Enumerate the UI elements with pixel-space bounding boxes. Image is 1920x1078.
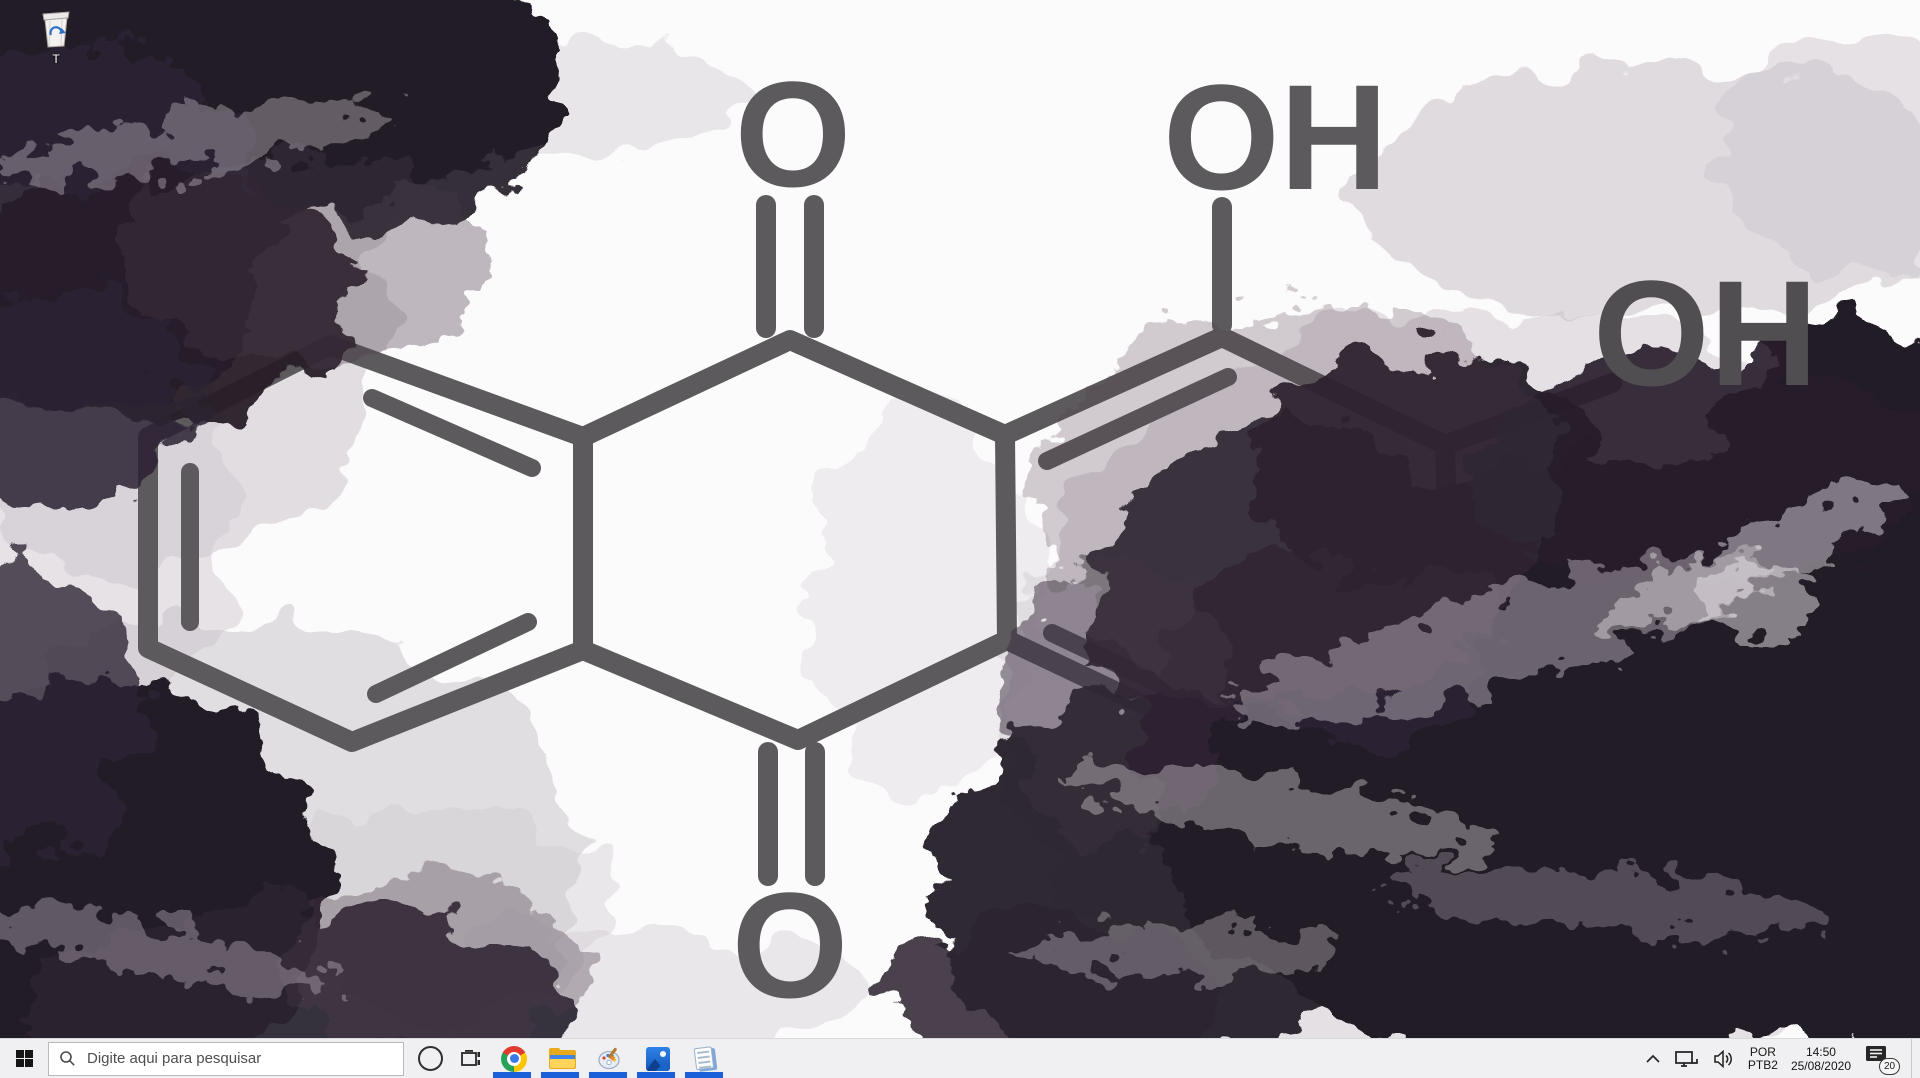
atom-label-oh-right: OH (1593, 249, 1818, 417)
photos-icon (646, 1047, 670, 1071)
show-desktop-button[interactable] (1911, 1039, 1918, 1078)
taskbar-search-box[interactable] (48, 1042, 404, 1076)
search-input[interactable] (85, 1049, 393, 1068)
desktop-icon-recycle-bin[interactable]: T (30, 6, 82, 66)
windows-logo-icon (16, 1050, 33, 1067)
windows-desktop: O O OH (0, 0, 1920, 1078)
clock-time: 14:50 (1791, 1045, 1851, 1059)
wallpaper-molecule-art: O O OH (0, 0, 1920, 1038)
paint-icon (597, 1046, 623, 1072)
desktop-icon-label: T (30, 52, 82, 66)
notepad-icon (694, 1045, 719, 1072)
atom-label-o-bottom: O (732, 861, 849, 1029)
action-center-button[interactable]: 20 (1864, 1039, 1898, 1078)
running-indicator-file-explorer (541, 1072, 579, 1078)
task-view-icon (458, 1048, 482, 1070)
recycle-bin-icon (37, 6, 75, 50)
running-indicator-photos (637, 1072, 675, 1078)
tray-network-button[interactable] (1674, 1039, 1700, 1078)
running-indicator-notepad (685, 1072, 723, 1078)
language-code: POR (1748, 1046, 1778, 1059)
system-tray: POR PTB2 14:50 25/08/2020 20 (1645, 1039, 1920, 1078)
tray-overflow-button[interactable] (1645, 1039, 1661, 1078)
chrome-icon (501, 1046, 527, 1072)
cortana-button[interactable] (410, 1039, 450, 1078)
volume-icon (1713, 1050, 1735, 1068)
cortana-icon (418, 1046, 443, 1071)
running-indicator-paint (589, 1072, 627, 1078)
running-indicator-chrome (493, 1072, 531, 1078)
tray-language-indicator[interactable]: POR PTB2 (1748, 1039, 1778, 1078)
chevron-up-icon (1645, 1054, 1661, 1064)
keyboard-layout: PTB2 (1748, 1059, 1778, 1072)
notification-count-badge: 20 (1879, 1058, 1900, 1075)
network-icon (1674, 1049, 1700, 1069)
search-icon (59, 1050, 76, 1067)
clock-date: 25/08/2020 (1791, 1059, 1851, 1073)
task-view-button[interactable] (450, 1039, 490, 1078)
taskbar: POR PTB2 14:50 25/08/2020 20 (0, 1038, 1920, 1078)
file-explorer-icon (549, 1048, 576, 1069)
tray-volume-button[interactable] (1713, 1039, 1735, 1078)
tray-clock[interactable]: 14:50 25/08/2020 (1791, 1039, 1851, 1078)
start-button[interactable] (0, 1039, 48, 1078)
atom-label-oh-top: OH (1163, 53, 1388, 221)
atom-label-o-top: O (735, 50, 852, 218)
